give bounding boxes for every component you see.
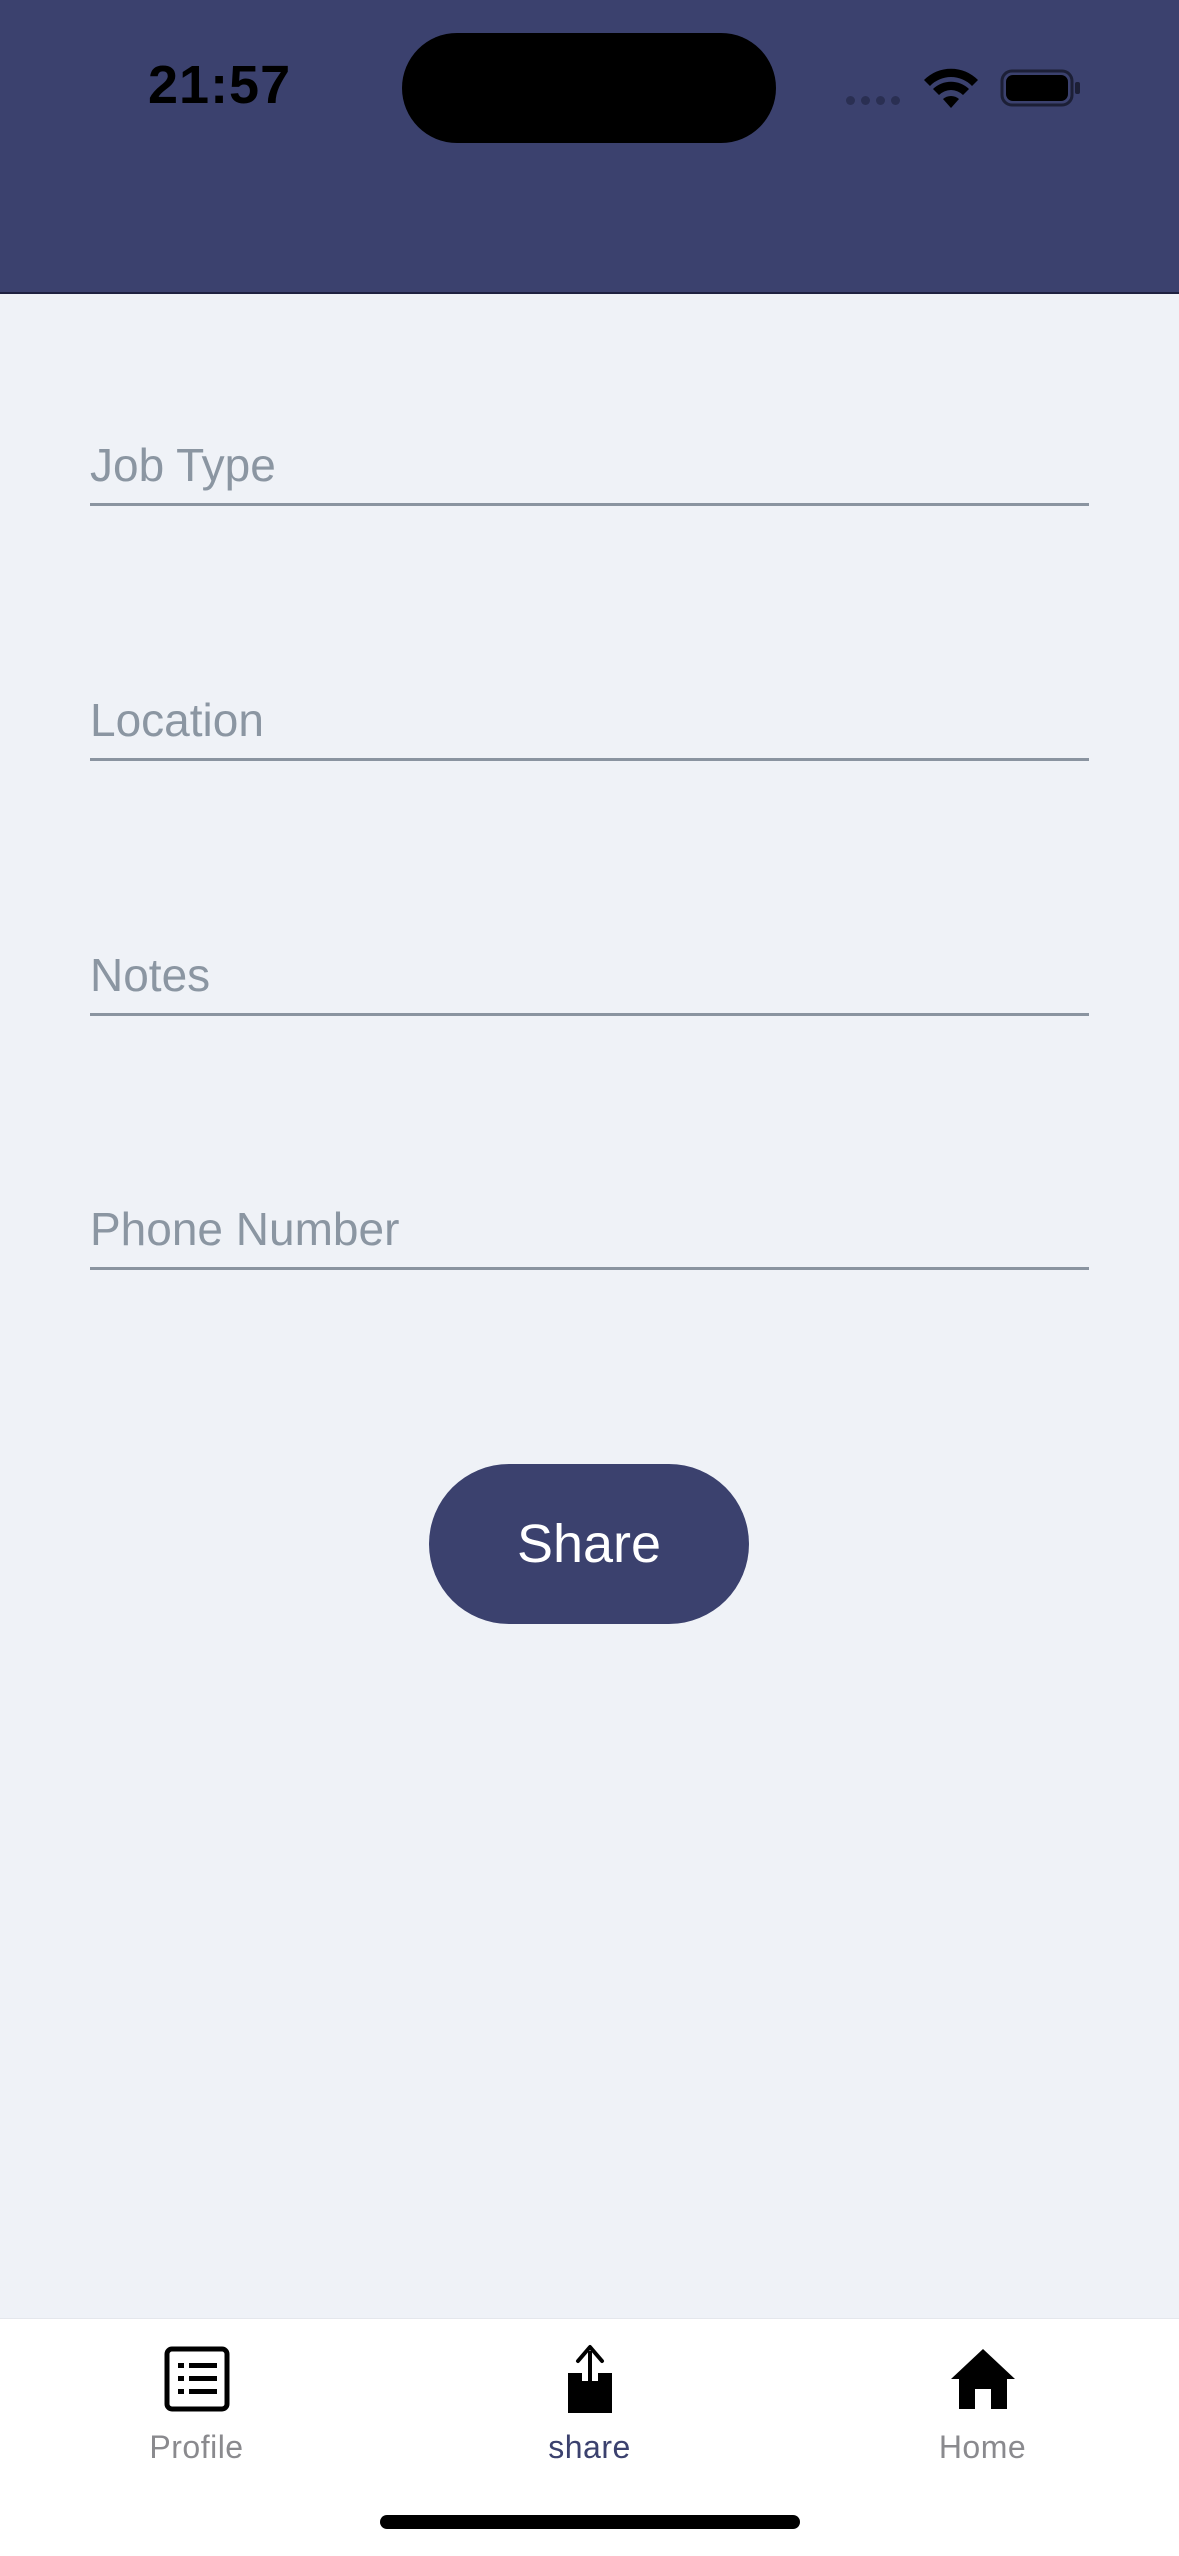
location-input[interactable] — [90, 671, 1089, 758]
share-screen: 21:57 Share — [0, 0, 1179, 2556]
share-icon — [567, 2345, 612, 2413]
tab-share-label: share — [548, 2429, 631, 2465]
location-field — [90, 671, 1089, 761]
tab-profile-label: Profile — [149, 2429, 244, 2465]
app-header: 21:57 — [0, 0, 1179, 294]
phone-number-field — [90, 1180, 1089, 1270]
status-time: 21:57 — [148, 55, 292, 115]
tab-profile[interactable]: Profile — [0, 2319, 393, 2489]
share-button[interactable]: Share — [429, 1464, 749, 1624]
home-icon — [950, 2349, 1015, 2409]
job-type-field — [90, 416, 1089, 506]
cellular-signal-icon — [846, 96, 900, 105]
battery-icon — [1000, 69, 1080, 107]
notes-field — [90, 926, 1089, 1016]
tab-share[interactable]: share — [393, 2319, 786, 2489]
dynamic-island — [402, 33, 776, 143]
tab-home[interactable]: Home — [786, 2319, 1179, 2489]
home-indicator — [380, 2515, 800, 2529]
wifi-icon — [924, 68, 978, 108]
list-icon — [164, 2346, 229, 2412]
job-type-input[interactable] — [90, 416, 1089, 503]
phone-number-input[interactable] — [90, 1180, 1089, 1267]
tab-home-label: Home — [938, 2429, 1027, 2465]
notes-input[interactable] — [90, 926, 1089, 1013]
